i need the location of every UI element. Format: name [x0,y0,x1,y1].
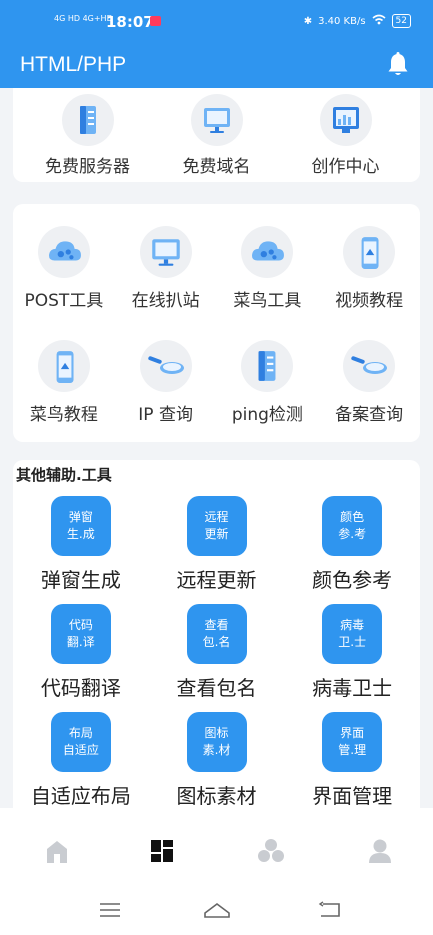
wifi-icon [372,14,386,28]
menu-icon[interactable] [98,900,122,920]
tool-label: 菜鸟教程 [29,405,98,425]
chart-screen-icon [319,94,372,146]
app-bar: HTML/PHP [0,44,433,88]
system-nav-bar [0,880,433,935]
record-icon [150,16,161,26]
tool-label: 菜鸟工具 [233,291,302,311]
aux-label: 远程更新 [176,568,257,592]
aux-tile: 病毒 卫.士 [322,604,383,664]
phone-icon [343,226,396,278]
section-title: 其他辅助.工具 [16,466,112,484]
tool-icp-lookup[interactable]: 备案查询 [318,340,420,425]
monitor-icon [139,226,192,278]
aux-tool-icon-assets[interactable]: 图标 素.材 图标素材 [149,712,285,808]
tools-row-1: POST工具 在线扒站 菜鸟工具 视频教程 [13,226,420,311]
phone-icon [37,340,90,392]
tool-runoob-tools[interactable]: 菜鸟工具 [217,226,319,311]
aux-tile: 代码 翻.译 [50,604,111,664]
profile-icon[interactable] [365,836,395,866]
signal-1-label: 4G HD [54,14,81,23]
dashboard-icon[interactable] [147,836,177,866]
aux-tool-antivirus[interactable]: 病毒 卫.士 病毒卫士 [284,604,420,701]
magnifier-icon [343,340,396,392]
bluetooth-icon: ✱ [303,15,313,27]
tool-label: POST工具 [24,291,104,311]
tools-card: POST工具 在线扒站 菜鸟工具 视频教程 菜鸟教程 IP 查询 ping检测 … [13,204,420,442]
net-speed: 3.40 KB/s [318,15,366,27]
status-bar: 4G HD 4G+HD 18:07 ✱ 3.40 KB/s 52 [0,0,433,44]
cloud-icon [37,226,90,278]
aux-tool-package-name[interactable]: 查看 包.名 查看包名 [149,604,285,701]
aux-label: 代码翻译 [40,676,121,700]
home-icon[interactable] [42,836,72,866]
aux-tile: 图标 素.材 [186,712,247,772]
page-title: HTML/PHP [20,53,127,76]
monitor-icon [190,94,243,146]
server-icon [241,340,294,392]
signal-indicator: 4G HD 4G+HD [54,15,113,23]
aux-row-1: 弹窗 生.成 弹窗生成 远程 更新 远程更新 颜色 参.考 颜色参考 [13,496,420,593]
aux-tile: 查看 包.名 [186,604,247,664]
aux-tool-remote-update[interactable]: 远程 更新 远程更新 [149,496,285,593]
aux-tool-popup[interactable]: 弹窗 生.成 弹窗生成 [13,496,149,593]
aux-label: 颜色参考 [312,568,393,592]
home-nav-icon[interactable] [202,900,232,920]
group-icon[interactable] [256,836,286,866]
aux-tile: 远程 更新 [186,496,247,556]
aux-label: 自适应布局 [30,784,131,808]
aux-tool-code-translate[interactable]: 代码 翻.译 代码翻译 [13,604,149,701]
tool-runoob-tutorial[interactable]: 菜鸟教程 [13,340,115,425]
magnifier-icon [139,340,192,392]
aux-tool-adaptive-layout[interactable]: 布局 自适应 自适应布局 [13,712,149,808]
tools-row-2: 菜鸟教程 IP 查询 ping检测 备案查询 [13,340,420,425]
status-time: 18:07 [106,13,154,31]
battery-indicator: 52 [391,14,411,28]
status-right: ✱ 3.40 KB/s 52 [304,14,411,28]
back-icon[interactable] [318,900,342,920]
quick-link-label: 创作中心 [311,157,380,177]
aux-label: 病毒卫士 [312,676,393,700]
tool-site-clone[interactable]: 在线扒站 [115,226,217,311]
tool-label: 备案查询 [335,405,404,425]
aux-tile: 布局 自适应 [50,712,111,772]
aux-row-3: 布局 自适应 自适应布局 图标 素.材 图标素材 界面 管.理 界面管理 [13,712,420,808]
aux-tile: 界面 管.理 [322,712,383,772]
tool-label: ping检测 [231,405,303,425]
aux-row-2: 代码 翻.译 代码翻译 查看 包.名 查看包名 病毒 卫.士 病毒卫士 [13,604,420,701]
aux-label: 图标素材 [176,784,257,808]
aux-label: 界面管理 [312,784,393,808]
quick-link-domain[interactable]: 免费域名 [152,94,281,177]
quick-link-creator[interactable]: 创作中心 [281,94,410,177]
quick-links-card: 免费服务器 免费域名 创作中心 [13,88,420,182]
aux-tool-color-ref[interactable]: 颜色 参.考 颜色参考 [284,496,420,593]
server-icon [61,94,114,146]
quick-links-row: 免费服务器 免费域名 创作中心 [23,94,410,177]
main-content[interactable]: 免费服务器 免费域名 创作中心 POST工具 在线扒站 菜鸟工具 视频教程 菜鸟… [0,88,433,808]
tool-label: 视频教程 [335,291,404,311]
bottom-tab-bar [0,808,433,888]
aux-tools-card: 其他辅助.工具 弹窗 生.成 弹窗生成 远程 更新 远程更新 颜色 参.考 颜色… [13,460,420,808]
quick-link-label: 免费服务器 [45,157,130,177]
quick-link-server[interactable]: 免费服务器 [23,94,152,177]
tool-label: 在线扒站 [131,291,200,311]
aux-tool-ui-manage[interactable]: 界面 管.理 界面管理 [284,712,420,808]
cloud-icon [241,226,294,278]
aux-label: 弹窗生成 [40,568,121,592]
tool-video-tutorial[interactable]: 视频教程 [318,226,420,311]
tool-label: IP 查询 [138,405,193,425]
aux-label: 查看包名 [176,676,257,700]
bell-icon[interactable] [387,52,409,78]
tool-post[interactable]: POST工具 [13,226,115,311]
tool-ip-lookup[interactable]: IP 查询 [115,340,217,425]
quick-link-label: 免费域名 [182,157,251,177]
aux-tile: 弹窗 生.成 [50,496,111,556]
tool-ping[interactable]: ping检测 [217,340,319,425]
aux-tile: 颜色 参.考 [322,496,383,556]
